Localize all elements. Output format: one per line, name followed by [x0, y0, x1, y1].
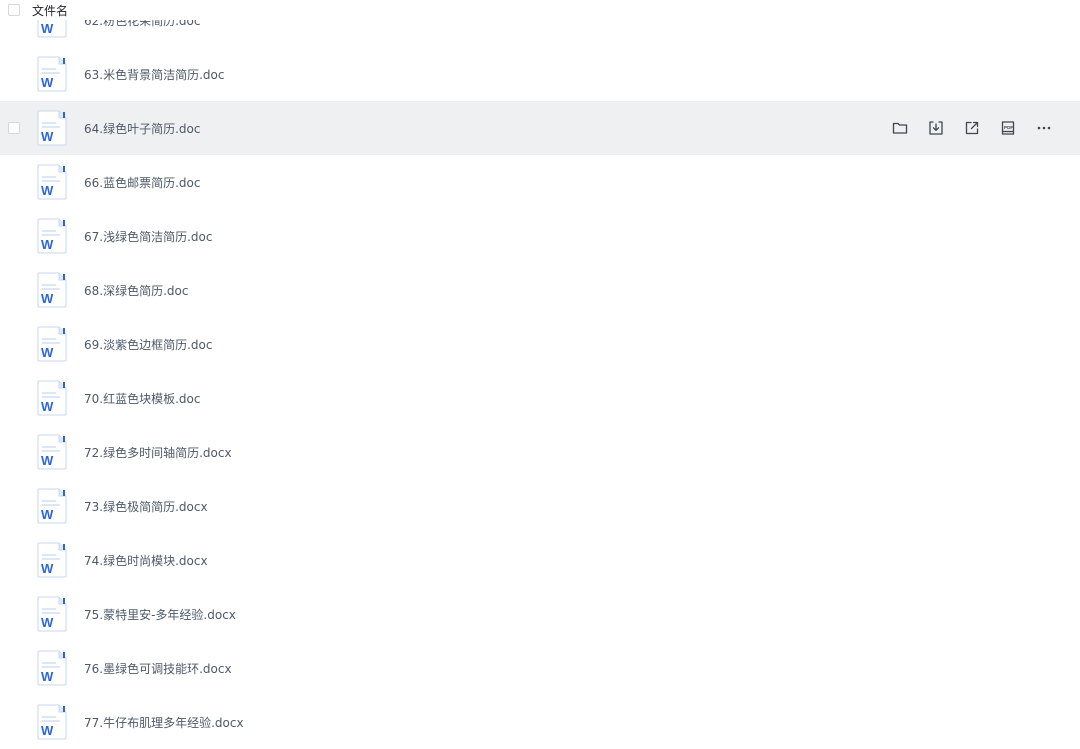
- open-folder-button[interactable]: [888, 116, 912, 140]
- download-button[interactable]: [924, 116, 948, 140]
- word-doc-icon: W: [37, 218, 67, 254]
- more-button[interactable]: [1032, 116, 1056, 140]
- column-header-filename[interactable]: 文件名: [32, 2, 68, 19]
- file-name[interactable]: 64.绿色叶子简历.doc: [84, 120, 200, 137]
- file-name[interactable]: 68.深绿色简历.doc: [84, 282, 188, 299]
- file-row-4[interactable]: W 66.蓝色邮票简历.doc: [0, 155, 1080, 209]
- word-doc-icon: W: [37, 542, 67, 578]
- word-doc-icon: W: [37, 326, 67, 362]
- svg-text:W: W: [41, 237, 54, 252]
- file-name[interactable]: 67.浅绿色简洁简历.doc: [84, 228, 212, 245]
- share-button[interactable]: [960, 116, 984, 140]
- svg-text:W: W: [41, 75, 54, 90]
- folder-icon: [892, 122, 908, 134]
- file-name[interactable]: 70.红蓝色块模板.doc: [84, 390, 200, 407]
- pdf-icon: PDF: [1001, 121, 1015, 135]
- file-row-14[interactable]: W 77.牛仔布肌理多年经验.docx: [0, 695, 1080, 749]
- file-name[interactable]: 76.墨绿色可调技能环.docx: [84, 660, 232, 677]
- list-header: 文件名: [0, 0, 1080, 20]
- row-checkbox[interactable]: [8, 122, 20, 134]
- file-name[interactable]: 69.淡紫色边框简历.doc: [84, 336, 212, 353]
- file-row-13[interactable]: W 76.墨绿色可调技能环.docx: [0, 641, 1080, 695]
- file-name[interactable]: 63.米色背景简洁简历.doc: [84, 66, 224, 83]
- word-doc-icon: W: [37, 650, 67, 686]
- svg-text:W: W: [41, 399, 54, 414]
- svg-text:W: W: [41, 723, 54, 738]
- download-icon: [929, 121, 943, 135]
- svg-text:W: W: [41, 453, 54, 468]
- word-doc-icon: W: [37, 704, 67, 740]
- file-row-12[interactable]: W 75.蒙特里安-多年经验.docx: [0, 587, 1080, 641]
- svg-text:W: W: [41, 345, 54, 360]
- more-icon: [1037, 126, 1051, 130]
- svg-text:W: W: [41, 507, 54, 522]
- file-row-2[interactable]: W 63.米色背景简洁简历.doc: [0, 47, 1080, 101]
- file-row-3[interactable]: W 64.绿色叶子简历.doc PDF: [0, 101, 1080, 155]
- file-row-11[interactable]: W 74.绿色时尚模块.docx: [0, 533, 1080, 587]
- file-name[interactable]: 72.绿色多时间轴简历.docx: [84, 444, 232, 461]
- file-row-10[interactable]: W 73.绿色极简简历.docx: [0, 479, 1080, 533]
- svg-text:W: W: [41, 21, 54, 36]
- word-doc-icon: W: [37, 272, 67, 308]
- file-row-6[interactable]: W 68.深绿色简历.doc: [0, 263, 1080, 317]
- file-row-9[interactable]: W 72.绿色多时间轴简历.docx: [0, 425, 1080, 479]
- svg-text:W: W: [41, 669, 54, 684]
- word-doc-icon: W: [37, 110, 67, 146]
- file-row-5[interactable]: W 67.浅绿色简洁简历.doc: [0, 209, 1080, 263]
- file-name[interactable]: 74.绿色时尚模块.docx: [84, 552, 208, 569]
- share-icon: [965, 121, 979, 135]
- svg-text:W: W: [41, 183, 54, 198]
- word-doc-icon: W: [37, 596, 67, 632]
- convert-pdf-button[interactable]: PDF: [996, 116, 1020, 140]
- word-doc-icon: W: [37, 380, 67, 416]
- word-doc-icon: W: [37, 488, 67, 524]
- file-name[interactable]: 75.蒙特里安-多年经验.docx: [84, 606, 236, 623]
- word-doc-icon: W: [37, 56, 67, 92]
- file-row-8[interactable]: W 70.红蓝色块模板.doc: [0, 371, 1080, 425]
- file-name[interactable]: 66.蓝色邮票简历.doc: [84, 174, 200, 191]
- file-name[interactable]: 73.绿色极简简历.docx: [84, 498, 208, 515]
- word-doc-icon: W: [37, 164, 67, 200]
- file-row-7[interactable]: W 69.淡紫色边框简历.doc: [0, 317, 1080, 371]
- word-doc-icon: W: [37, 434, 67, 470]
- row-actions: PDF: [876, 116, 1056, 140]
- svg-text:W: W: [41, 129, 54, 144]
- svg-text:W: W: [41, 291, 54, 306]
- svg-text:PDF: PDF: [1004, 125, 1013, 130]
- file-list: W 62.粉色花朵简历.doc W 63.米色背景简洁简历.doc W 64.绿…: [0, 0, 1080, 749]
- file-name[interactable]: 77.牛仔布肌理多年经验.docx: [84, 714, 244, 731]
- svg-text:W: W: [41, 561, 54, 576]
- svg-text:W: W: [41, 615, 54, 630]
- select-all-checkbox[interactable]: [8, 4, 20, 16]
